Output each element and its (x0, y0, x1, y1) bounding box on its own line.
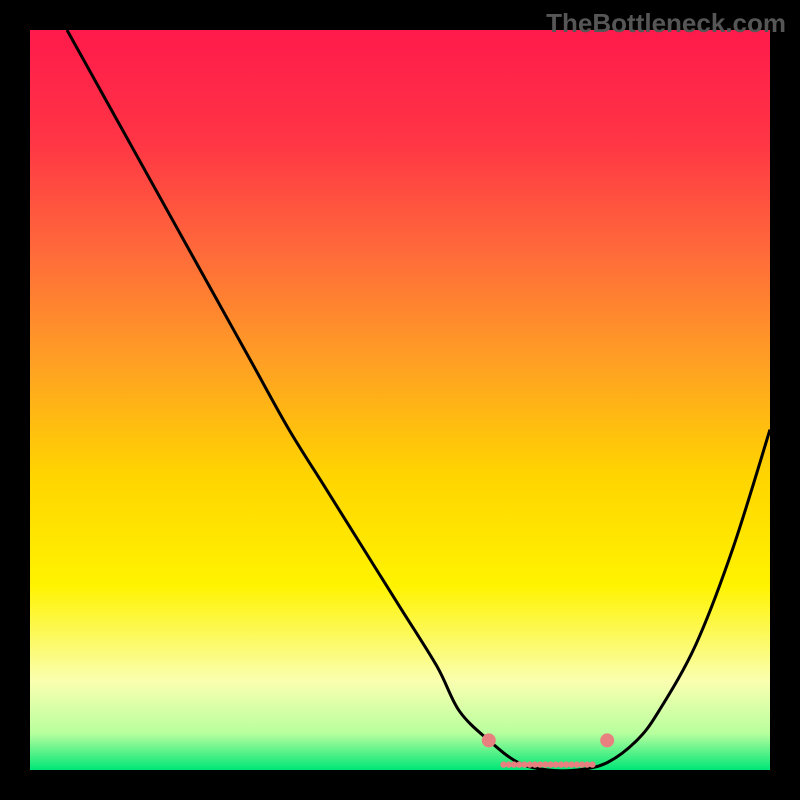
chart-plot-area (30, 30, 770, 770)
chart-svg (30, 30, 770, 770)
watermark-text: TheBottleneck.com (546, 8, 786, 39)
chart-background (30, 30, 770, 770)
